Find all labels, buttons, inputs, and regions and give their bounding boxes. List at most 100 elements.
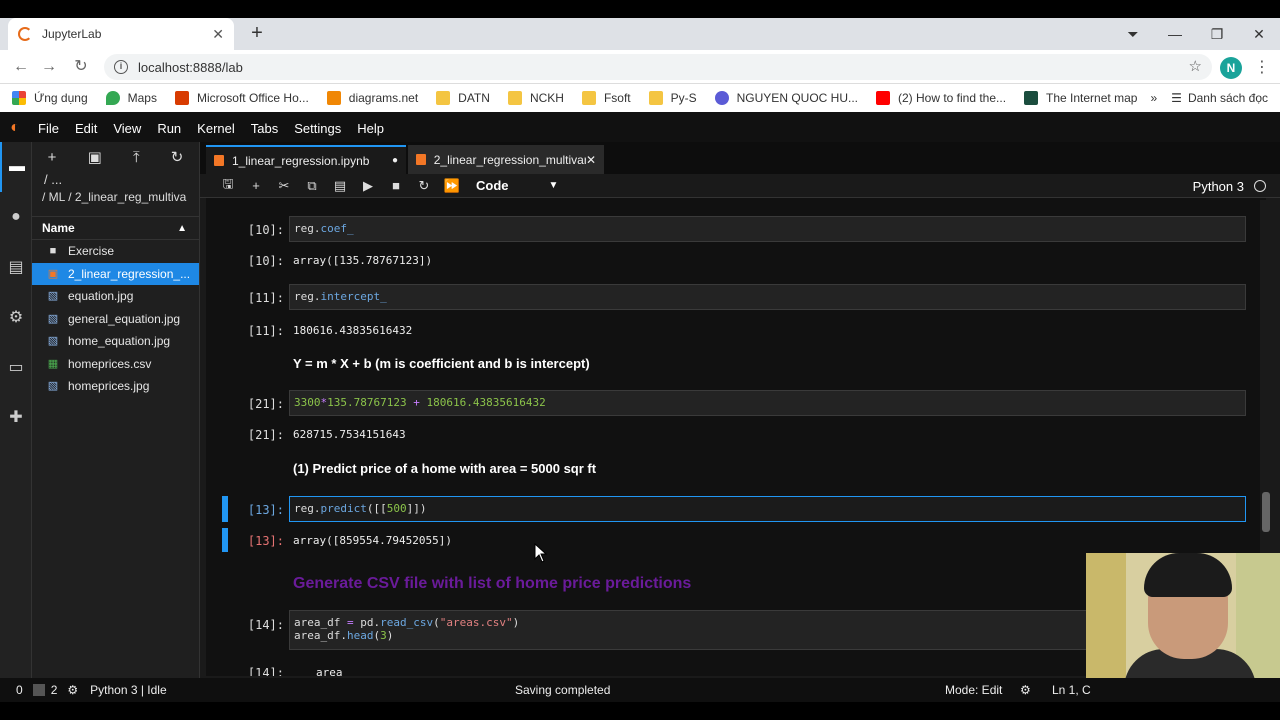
- menu-settings[interactable]: Settings: [294, 121, 341, 136]
- browser-tab-title: JupyterLab: [42, 27, 102, 41]
- stop-icon[interactable]: ■: [382, 178, 410, 193]
- cell-output: 180616.43835616432: [293, 324, 413, 337]
- cursor-position[interactable]: Ln 1, C: [1052, 683, 1091, 697]
- cut-icon[interactable]: ✂: [270, 178, 298, 194]
- file-name: general_equation.jpg: [68, 311, 181, 326]
- bottom-black-border: [0, 702, 1280, 720]
- extensions-icon[interactable]: ✚: [0, 392, 32, 442]
- close-tab-icon[interactable]: ✕: [586, 153, 596, 167]
- bookmark-maps[interactable]: Maps: [105, 91, 157, 105]
- back-icon[interactable]: ←: [10, 57, 32, 77]
- close-tab-icon[interactable]: ✕: [212, 26, 224, 43]
- reading-list-icon[interactable]: ☰: [1171, 91, 1182, 105]
- new-tab-icon[interactable]: +: [245, 22, 269, 46]
- url-text: localhost:8888/lab: [138, 59, 243, 75]
- webcam-person: [1144, 553, 1232, 597]
- profile-avatar[interactable]: N: [1220, 57, 1242, 79]
- bookmark-diagrams[interactable]: diagrams.net: [326, 91, 418, 105]
- kernel-status[interactable]: Python 3 | Idle: [90, 683, 167, 697]
- open-tabs-icon[interactable]: ▭: [0, 342, 32, 392]
- url-input[interactable]: i localhost:8888/lab ☆: [104, 54, 1212, 80]
- file-item-equation[interactable]: ▧ equation.jpg: [32, 285, 199, 308]
- menu-kernel[interactable]: Kernel: [197, 121, 235, 136]
- restore-icon[interactable]: ❐: [1196, 26, 1238, 43]
- forward-icon[interactable]: →: [38, 57, 60, 77]
- scrollbar-thumb[interactable]: [1262, 492, 1270, 532]
- unsaved-dot-icon[interactable]: ●: [392, 155, 398, 166]
- bookmark-datn[interactable]: DATN: [436, 91, 490, 105]
- upload-icon[interactable]: ⤒: [133, 149, 140, 166]
- restart-icon[interactable]: ↻: [410, 178, 438, 194]
- file-browser-toolbar: + ▣ ⤒ ↻: [32, 142, 199, 172]
- save-icon[interactable]: 🖫: [214, 175, 242, 197]
- run-icon[interactable]: ▶: [354, 178, 382, 194]
- copy-icon[interactable]: ⧉: [298, 178, 326, 194]
- restart-run-all-icon[interactable]: ⏩: [438, 178, 466, 194]
- menu-tabs[interactable]: Tabs: [251, 121, 278, 136]
- bookmark-youtube[interactable]: (2) How to find the...: [875, 91, 1006, 105]
- save-status: Saving completed: [515, 683, 611, 697]
- bookmark-star-icon[interactable]: ☆: [1189, 57, 1202, 75]
- file-browser-icon[interactable]: ▬: [0, 142, 32, 192]
- menu-file[interactable]: File: [38, 121, 59, 136]
- close-window-icon[interactable]: ✕: [1238, 26, 1280, 43]
- code-editor[interactable]: reg.predict([[500]]): [289, 496, 1246, 522]
- terminals-count[interactable]: 0: [16, 683, 23, 697]
- settings-badge-icon: ⚙: [1020, 683, 1031, 697]
- chevron-down-icon: ▼: [548, 180, 559, 191]
- property-inspector-icon[interactable]: ⚙: [0, 292, 32, 342]
- breadcrumb-path[interactable]: / ML / 2_linear_reg_multiva: [32, 190, 199, 212]
- cell-type-select[interactable]: Code ▼: [476, 178, 558, 193]
- code-editor[interactable]: reg.intercept_: [289, 284, 1246, 310]
- insert-cell-icon[interactable]: +: [242, 178, 270, 193]
- file-item-general-equation[interactable]: ▧ general_equation.jpg: [32, 308, 199, 331]
- running-kernels-icon[interactable]: ●: [0, 192, 32, 242]
- bookmark-apps[interactable]: Ứng dụng: [12, 91, 88, 105]
- menu-help[interactable]: Help: [357, 121, 384, 136]
- bookmark-office[interactable]: Microsoft Office Ho...: [174, 91, 309, 105]
- reading-list-label[interactable]: Danh sách đọc: [1188, 91, 1268, 105]
- reload-icon[interactable]: ↻: [70, 57, 92, 77]
- name-column-header: Name: [42, 221, 75, 235]
- more-bookmarks-icon[interactable]: »: [1150, 91, 1157, 105]
- breadcrumb-root[interactable]: / ...: [32, 172, 199, 190]
- menu-edit[interactable]: Edit: [75, 121, 97, 136]
- document-tabs: 1_linear_regression.ipynb ● 2_linear_reg…: [200, 142, 1280, 174]
- site-info-icon[interactable]: i: [114, 60, 128, 74]
- bookmark-nguyen[interactable]: NGUYEN QUOC HU...: [714, 91, 858, 105]
- file-item-home-equation[interactable]: ▧ home_equation.jpg: [32, 330, 199, 353]
- code-editor[interactable]: reg.coef_: [289, 216, 1246, 242]
- code-editor[interactable]: 3300*135.78767123 + 180616.43835616432: [289, 390, 1246, 416]
- bookmark-fsoft[interactable]: Fsoft: [581, 91, 631, 105]
- paste-icon[interactable]: ▤: [326, 178, 354, 194]
- new-launcher-icon[interactable]: +: [48, 149, 57, 166]
- bookmark-label: Fsoft: [603, 91, 631, 105]
- commands-icon[interactable]: ▤: [0, 242, 32, 292]
- kernels-count[interactable]: 2: [51, 683, 58, 697]
- bookmark-label: Maps: [127, 91, 157, 105]
- file-item-homeprices-csv[interactable]: ▦ homeprices.csv: [32, 353, 199, 376]
- new-folder-icon[interactable]: ▣: [88, 148, 102, 166]
- doc-tab-2[interactable]: 2_linear_regression_multivari ✕: [408, 145, 604, 174]
- file-item-notebook[interactable]: ▣ 2_linear_regression_...: [32, 262, 199, 285]
- profile-menu-icon[interactable]: ⏷: [1112, 26, 1154, 43]
- bookmark-nckh[interactable]: NCKH: [507, 91, 564, 105]
- menu-view[interactable]: View: [113, 121, 141, 136]
- browser-tab[interactable]: JupyterLab ✕: [8, 18, 234, 50]
- doc-tab-1[interactable]: 1_linear_regression.ipynb ●: [206, 145, 406, 174]
- file-item-exercise[interactable]: ■ Exercise: [32, 240, 199, 263]
- bookmark-label: Microsoft Office Ho...: [196, 91, 309, 105]
- cell-output: array([859554.79452055]): [293, 534, 452, 547]
- bookmark-pys[interactable]: Py-S: [648, 91, 697, 105]
- file-item-homeprices-jpg[interactable]: ▧ homeprices.jpg: [32, 375, 199, 398]
- output-prompt: [13]:: [247, 534, 284, 548]
- bookmark-internet-map[interactable]: The Internet map: [1024, 91, 1137, 105]
- menu-run[interactable]: Run: [157, 121, 181, 136]
- refresh-icon[interactable]: ↻: [171, 148, 184, 166]
- markdown-text: (1) Predict price of a home with area = …: [293, 461, 597, 476]
- kernel-indicator[interactable]: Python 3: [1193, 174, 1266, 198]
- minimize-icon[interactable]: —: [1154, 26, 1196, 42]
- file-list-header[interactable]: Name ▲: [32, 216, 199, 240]
- output-prompt: [14]:: [247, 666, 284, 676]
- browser-menu-icon[interactable]: ⋮: [1254, 57, 1270, 77]
